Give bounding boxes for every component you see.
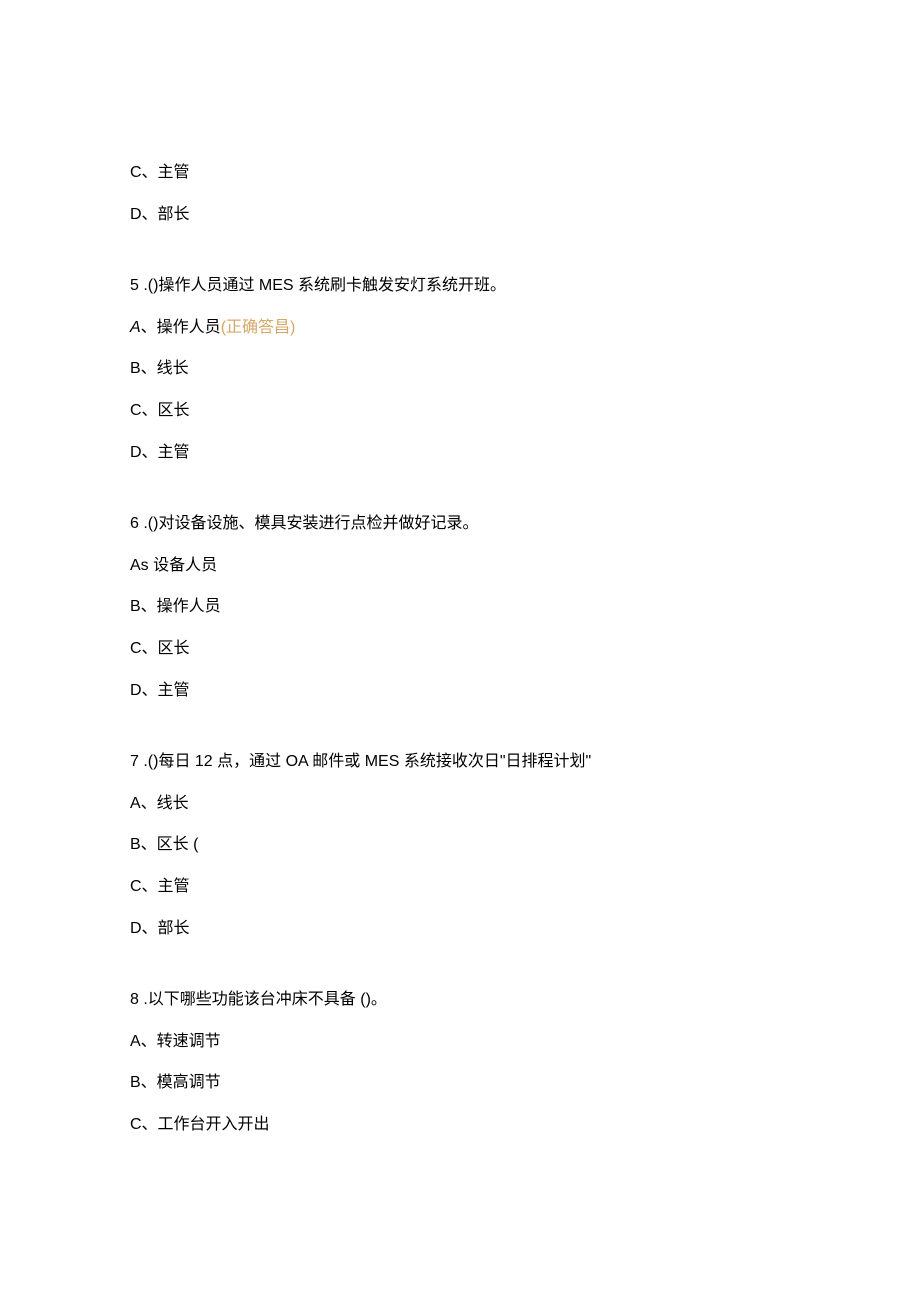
q5-option-d-text: D、主管 <box>130 444 190 461</box>
q4-option-d: D、部长 <box>130 202 920 228</box>
q4-option-d-text: D、部长 <box>130 206 190 223</box>
q8-number: 8 <box>130 991 139 1008</box>
q6-option-c: C、区长 <box>130 636 920 662</box>
q6-stem: 6 .()对设备设施、模具安装进行点检并做好记录。 <box>130 511 920 537</box>
q6-option-a-text: As 设备人员 <box>130 557 217 574</box>
q7-option-d: D、部长 <box>130 916 920 942</box>
q8-text: .以下哪些功能该台冲床不具备 ()。 <box>139 991 387 1008</box>
q6-option-a: As 设备人员 <box>130 553 920 579</box>
q5-option-a-letter: A <box>130 319 141 336</box>
q8-option-c: C、工作台开入开出 <box>130 1112 920 1138</box>
q6-option-c-text: C、区长 <box>130 640 190 657</box>
q5-option-c-text: C、区长 <box>130 402 190 419</box>
q4-option-c-text: C、主管 <box>130 164 190 181</box>
q7-option-c: C、主管 <box>130 874 920 900</box>
q8-option-b: B、模高调节 <box>130 1070 920 1096</box>
q5-option-d: D、主管 <box>130 440 920 466</box>
q8-option-a-text: A、转速调节 <box>130 1033 221 1050</box>
q5-option-a-text: 、操作人员 <box>141 319 221 336</box>
q7-option-b: B、区长 ( <box>130 832 920 858</box>
q8-option-c-text: C、工作台开入开出 <box>130 1116 270 1133</box>
q4-option-c: C、主管 <box>130 160 920 186</box>
q5-option-b-text: B、线长 <box>130 360 189 377</box>
q5-text: .()操作人员通过 MES 系统刷卡触发安灯系统开班。 <box>139 277 506 294</box>
q7-option-a-text: A、线长 <box>130 795 189 812</box>
q8-option-b-text: B、模高调节 <box>130 1074 221 1091</box>
q7-option-d-text: D、部长 <box>130 920 190 937</box>
q7-option-b-text: B、区长 ( <box>130 836 198 853</box>
q5-option-a: A、操作人员(正确答昌) <box>130 315 920 341</box>
q6-number: 6 <box>130 515 139 532</box>
q6-option-b: B、操作人员 <box>130 594 920 620</box>
q6-text: .()对设备设施、模具安装进行点检并做好记录。 <box>139 515 479 532</box>
q6-option-b-text: B、操作人员 <box>130 598 221 615</box>
q7-text: .()每日 12 点，通过 OA 邮件或 MES 系统接收次日"日排程计划" <box>139 753 591 770</box>
q7-option-a: A、线长 <box>130 791 920 817</box>
q5-option-b: B、线长 <box>130 356 920 382</box>
q5-option-c: C、区长 <box>130 398 920 424</box>
q7-number: 7 <box>130 753 139 770</box>
q7-option-c-text: C、主管 <box>130 878 190 895</box>
q7-stem: 7 .()每日 12 点，通过 OA 邮件或 MES 系统接收次日"日排程计划" <box>130 749 920 775</box>
q5-stem: 5 .()操作人员通过 MES 系统刷卡触发安灯系统开班。 <box>130 273 920 299</box>
q6-option-d: D、主管 <box>130 678 920 704</box>
q8-option-a: A、转速调节 <box>130 1029 920 1055</box>
q5-number: 5 <box>130 277 139 294</box>
q6-option-d-text: D、主管 <box>130 682 190 699</box>
q5-option-a-answer: (正确答昌) <box>221 319 296 336</box>
q8-stem: 8 .以下哪些功能该台冲床不具备 ()。 <box>130 987 920 1013</box>
